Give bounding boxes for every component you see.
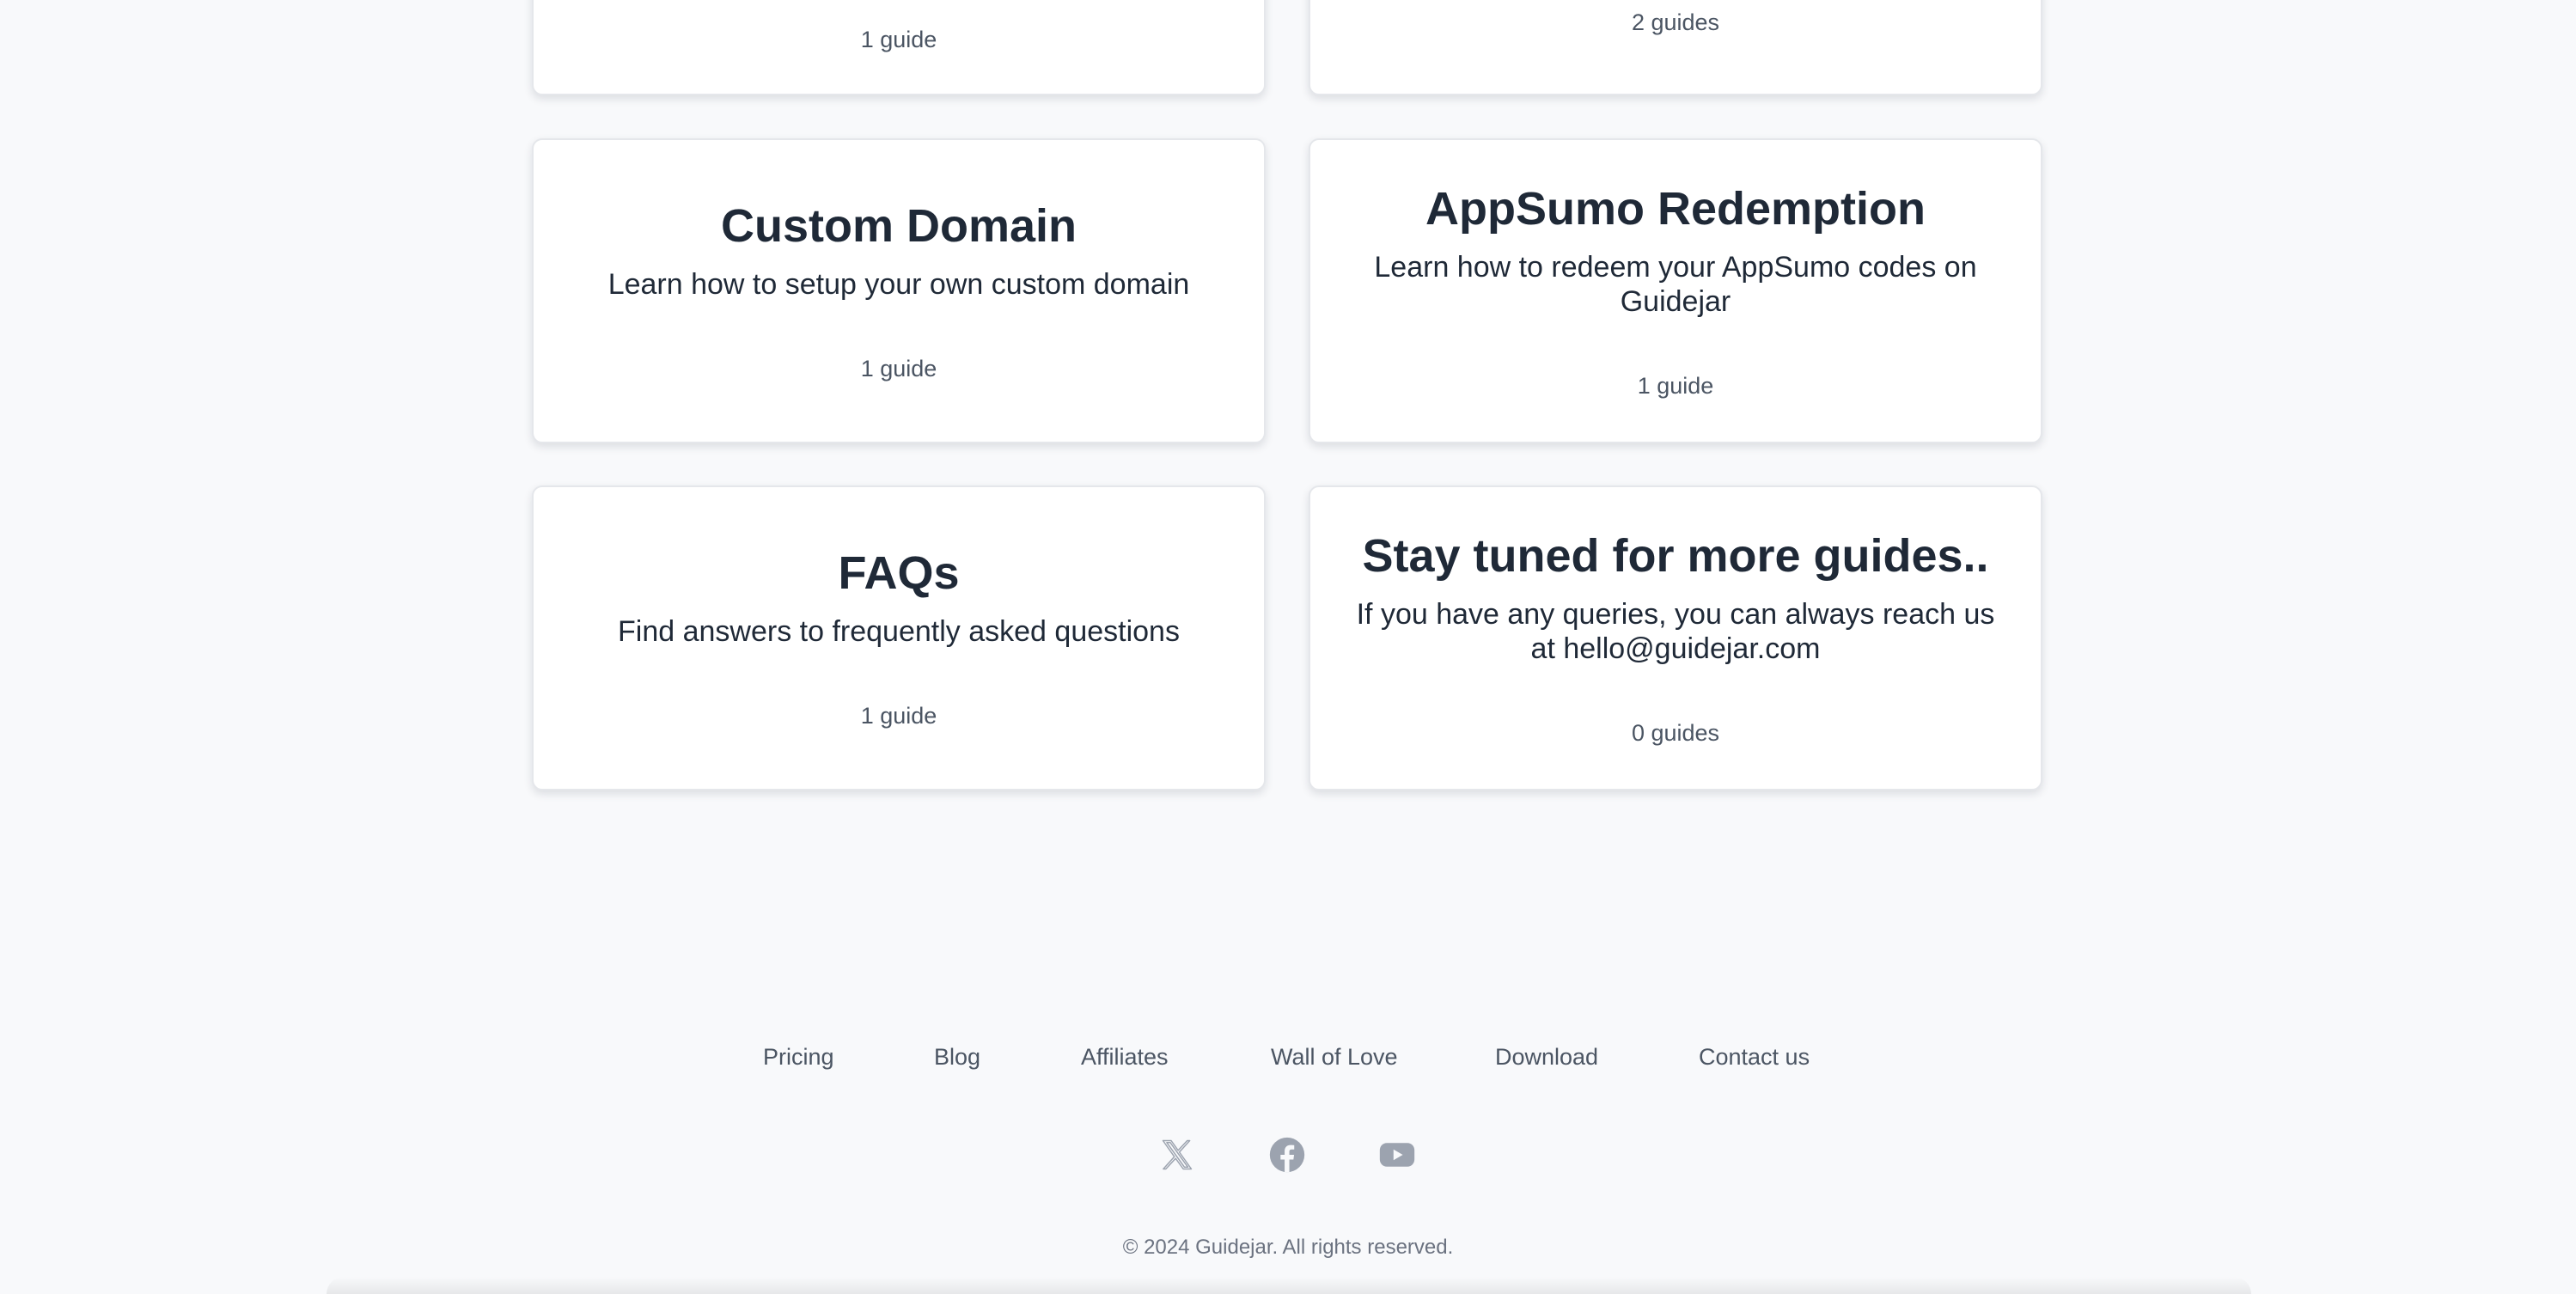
card-title: AppSumo Redemption [1425,183,1926,235]
category-card[interactable]: 1 guide [532,0,1266,95]
category-card-custom-domain[interactable]: Custom Domain Learn how to setup your ow… [532,138,1266,443]
footer-link-wall-of-love[interactable]: Wall of Love [1271,1040,1398,1074]
card-guide-count: 2 guides [1631,9,1720,35]
card-description: Learn how to setup your own custom domai… [607,268,1190,301]
category-card-appsumo-redemption[interactable]: AppSumo Redemption Learn how to redeem y… [1309,138,2042,443]
card-title: FAQs [838,547,960,599]
youtube-icon[interactable] [1378,1136,1416,1174]
category-card-stay-tuned[interactable]: Stay tuned for more guides.. If you have… [1309,485,2042,790]
card-description: Learn how to redeem your AppSumo codes o… [1374,251,1977,318]
footer-link-pricing[interactable]: Pricing [763,1040,834,1074]
footer-link-contact-us[interactable]: Contact us [1699,1040,1810,1074]
card-description: If you have any queries, you can always … [1356,598,1995,665]
x-icon[interactable] [1158,1136,1196,1174]
card-guide-count: 1 guide [1637,373,1714,399]
footer-link-download[interactable]: Download [1495,1040,1598,1074]
help-center-page: 1 guide 2 guides Custom Domain Learn how… [0,0,2576,1294]
footer-link-blog[interactable]: Blog [934,1040,980,1074]
copyright-text: © 2024 Guidejar. All rights reserved. [1122,1236,1454,1259]
card-guide-count: 1 guide [860,356,937,381]
category-card-faqs[interactable]: FAQs Find answers to frequently asked qu… [532,485,1266,790]
card-guide-count: 1 guide [860,703,937,729]
footer-nav: Pricing Blog Affiliates Wall of Love Dow… [0,1040,2576,1074]
card-title: Custom Domain [720,200,1077,252]
card-title: Stay tuned for more guides.. [1362,530,1989,582]
card-description: Find answers to frequently asked questio… [618,615,1180,648]
footer-link-affiliates[interactable]: Affiliates [1081,1040,1169,1074]
bottom-fade [327,1277,2251,1294]
card-guide-count: 1 guide [860,27,937,52]
facebook-icon[interactable] [1268,1136,1306,1174]
card-guide-count: 0 guides [1631,720,1720,746]
category-card[interactable]: 2 guides [1309,0,2042,95]
